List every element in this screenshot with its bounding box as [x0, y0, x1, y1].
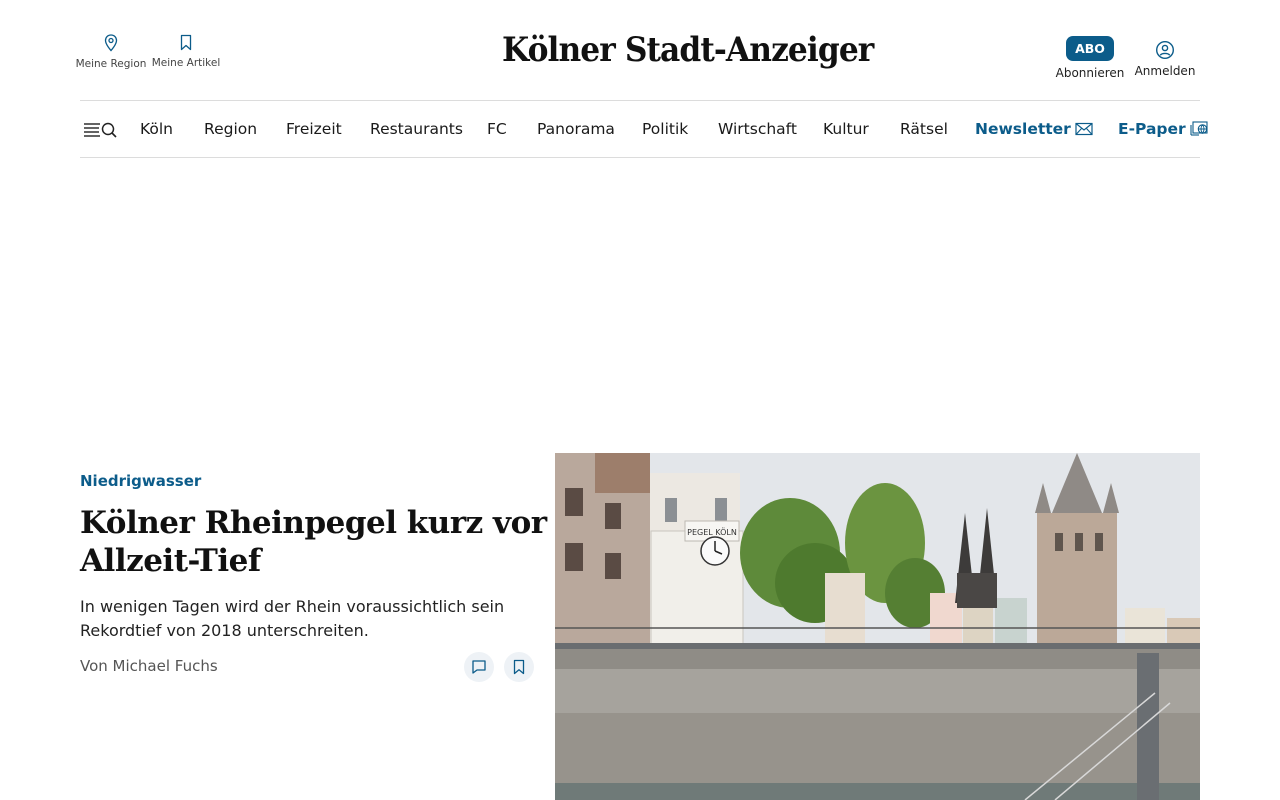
nav-item-region[interactable]: Region	[204, 120, 257, 138]
nav-item-kultur[interactable]: Kultur	[823, 120, 869, 138]
nav-item-fc[interactable]: FC	[487, 120, 507, 138]
nav-item-politik[interactable]: Politik	[642, 120, 688, 138]
nav-item-koeln[interactable]: Köln	[140, 120, 173, 138]
comment-button[interactable]	[464, 652, 494, 682]
main-navigation: Köln Region Freizeit Restaurants FC Pano…	[80, 101, 1208, 158]
location-pin-icon	[104, 34, 118, 52]
bookmark-button[interactable]	[504, 652, 534, 682]
abo-badge-button[interactable]: ABO	[1066, 36, 1114, 61]
my-articles-link[interactable]: Meine Artikel	[152, 34, 220, 69]
article-photo-illustration: PEGEL KÖLN	[555, 453, 1200, 800]
bookmark-icon	[180, 34, 192, 51]
my-region-label: Meine Region	[75, 58, 147, 70]
article-author: Von Michael Fuchs	[80, 657, 218, 675]
epaper-globe-icon	[1190, 121, 1208, 136]
my-articles-label: Meine Artikel	[151, 57, 221, 69]
bookmark-icon	[513, 659, 525, 675]
article-teaser[interactable]: In wenigen Tagen wird der Rhein voraussi…	[80, 595, 530, 643]
my-region-link[interactable]: Meine Region	[76, 34, 146, 70]
menu-search-icon	[84, 122, 117, 138]
newsletter-label: Newsletter	[975, 120, 1071, 138]
nav-item-freizeit[interactable]: Freizeit	[286, 120, 342, 138]
nav-item-raetsel[interactable]: Rätsel	[900, 120, 948, 138]
nav-item-newsletter[interactable]: Newsletter	[975, 120, 1093, 138]
article-headline[interactable]: Kölner Rheinpegel kurz vor Allzeit-Tief	[80, 504, 550, 580]
site-header: Meine Region Meine Artikel Kölner Stadt-…	[76, 0, 1200, 101]
comment-icon	[472, 660, 486, 674]
user-icon	[1155, 40, 1175, 60]
article-image[interactable]: PEGEL KÖLN	[555, 453, 1200, 800]
subscribe-label[interactable]: Abonnieren	[1056, 66, 1125, 80]
nav-item-wirtschaft[interactable]: Wirtschaft	[718, 120, 797, 138]
login-link[interactable]: Anmelden	[1134, 40, 1196, 78]
envelope-icon	[1075, 122, 1093, 136]
site-logo[interactable]: Kölner Stadt-Anzeiger	[502, 30, 874, 76]
pegel-koeln-sign: PEGEL KÖLN	[687, 527, 737, 537]
subscribe-area: ABO Abonnieren	[1056, 36, 1124, 80]
nav-item-restaurants[interactable]: Restaurants	[370, 120, 463, 138]
article-kicker[interactable]: Niedrigwasser	[80, 472, 201, 490]
nav-item-panorama[interactable]: Panorama	[537, 120, 615, 138]
epaper-label: E-Paper	[1118, 120, 1186, 138]
menu-search-button[interactable]	[83, 119, 119, 141]
nav-item-epaper[interactable]: E-Paper	[1118, 120, 1210, 138]
login-label: Anmelden	[1134, 64, 1196, 78]
